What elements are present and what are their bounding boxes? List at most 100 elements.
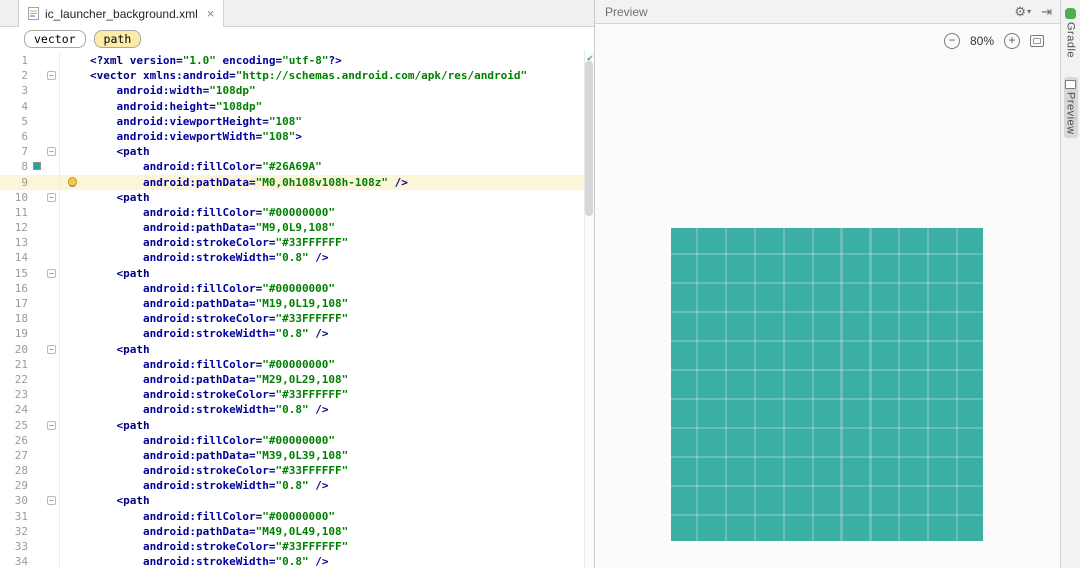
zoom-out-button[interactable]: − [943, 33, 960, 49]
gutter-decoration [30, 357, 44, 372]
fold-marker-icon[interactable]: − [47, 496, 56, 506]
code-text: android:pathData="M49,0L49,108" [142, 524, 349, 538]
code-line[interactable]: 1 <?xml version="1.0" encoding="utf-8"?> [0, 53, 594, 69]
code-line[interactable]: 25 − <path [0, 417, 594, 433]
editor-tab-ic-launcher-background[interactable]: ic_launcher_background.xml × [18, 0, 225, 27]
gutter-decoration [30, 114, 44, 129]
gutter-decoration [30, 68, 44, 83]
scrollbar-thumb[interactable] [585, 61, 593, 216]
gutter-fold-area [44, 539, 60, 555]
code-line[interactable]: 12 android:pathData="M9,0L9,108" [0, 220, 594, 236]
code-line[interactable]: 18 android:strokeColor="#33FFFFFF" [0, 311, 594, 327]
code-line[interactable]: 20 − <path [0, 341, 594, 357]
gutter-decoration [30, 281, 44, 296]
code-line[interactable]: 30 − <path [0, 493, 594, 509]
code-line[interactable]: 2 − <vector xmlns:android="http://schemas.… [0, 68, 594, 84]
code-line[interactable]: 3 android:width="108dp" [0, 83, 594, 99]
editor-pane: ic_launcher_background.xml × vector path… [0, 0, 594, 568]
code-line[interactable]: 23 android:strokeColor="#33FFFFFF" [0, 387, 594, 403]
line-number: 18 [14, 312, 28, 326]
hide-panel-icon[interactable]: ⇥ [1041, 4, 1052, 20]
gutter-fold-area [44, 128, 60, 145]
grid-line [671, 369, 983, 372]
line-number: 26 [14, 433, 28, 447]
code-text: android:height="108dp" [116, 99, 263, 113]
code-line[interactable]: 26 android:fillColor="#00000000" [0, 432, 594, 448]
chevron-down-icon: ▾ [1027, 7, 1032, 16]
code-line[interactable]: 6 android:viewportWidth="108"> [0, 128, 594, 145]
code-line[interactable]: 13 android:strokeColor="#33FFFFFF" [0, 235, 594, 251]
code-line[interactable]: 29 android:strokeWidth="0.8" /> [0, 478, 594, 494]
gutter-decoration [30, 387, 44, 402]
code-line[interactable]: 14 android:strokeWidth="0.8" /> [0, 250, 594, 266]
gutter-decoration [30, 250, 44, 265]
code-line[interactable]: 11 android:fillColor="#00000000" [0, 204, 594, 221]
fold-marker-icon[interactable]: − [47, 147, 56, 157]
code-line[interactable]: 7 − <path [0, 144, 594, 160]
code-text: <vector xmlns:android="http://schemas.an… [90, 69, 528, 83]
close-icon[interactable]: × [207, 7, 215, 20]
gradle-label: Gradle [1064, 22, 1077, 59]
fold-marker-icon[interactable]: − [47, 344, 56, 354]
code-text: android:fillColor="#00000000" [142, 205, 336, 219]
line-number: 4 [21, 99, 28, 113]
line-number: 19 [14, 327, 28, 341]
code-line[interactable]: 15 − <path [0, 265, 594, 281]
code-editor[interactable]: 1 <?xml version="1.0" encoding="utf-8"?> 2… [0, 51, 594, 568]
grid-line [956, 228, 959, 541]
code-line[interactable]: 32 android:pathData="M49,0L49,108" [0, 523, 594, 539]
code-line[interactable]: 9 android:pathData="M0,0h108v108h-108z" … [0, 174, 594, 190]
line-number: 31 [14, 509, 28, 523]
breadcrumb-vector[interactable]: vector [24, 30, 86, 48]
code-line[interactable]: 16 android:fillColor="#00000000" [0, 280, 594, 296]
code-line[interactable]: 5 android:viewportHeight="108" [0, 113, 594, 129]
gutter-fold-area [44, 98, 60, 114]
color-swatch[interactable] [33, 162, 41, 171]
gear-glyph: ⚙ [1014, 3, 1027, 19]
gutter-fold-area [44, 554, 60, 568]
editor-scrollbar[interactable] [584, 51, 594, 568]
line-number: 12 [14, 221, 28, 235]
fold-marker-icon[interactable]: − [47, 192, 56, 202]
code-line[interactable]: 4 android:height="108dp" [0, 98, 594, 114]
tool-button-gradle[interactable]: Gradle [1064, 5, 1078, 61]
code-line[interactable]: 34 android:strokeWidth="0.8" /> [0, 554, 594, 568]
gutter-decoration [30, 493, 44, 508]
fold-marker-icon[interactable]: − [47, 71, 56, 81]
code-line[interactable]: 22 android:pathData="M29,0L29,108" [0, 371, 594, 388]
code-line[interactable]: 28 android:strokeColor="#33FFFFFF" [0, 463, 594, 479]
code-text: <?xml version="1.0" encoding="utf-8"?> [90, 54, 342, 67]
line-number: 8 [21, 160, 28, 174]
code-text: android:fillColor="#00000000" [142, 433, 336, 447]
code-line[interactable]: 27 android:pathData="M39,0L39,108" [0, 447, 594, 464]
code-line[interactable]: 33 android:strokeColor="#33FFFFFF" [0, 539, 594, 555]
code-line[interactable]: 21 android:fillColor="#00000000" [0, 356, 594, 372]
tool-button-preview[interactable]: Preview [1063, 77, 1078, 138]
fold-marker-icon[interactable]: − [47, 420, 56, 430]
fold-marker-icon[interactable]: − [47, 268, 56, 278]
gutter-fold-area [44, 53, 60, 69]
code-text: android:strokeWidth="0.8" /> [142, 403, 329, 417]
intention-bulb-icon[interactable] [68, 176, 77, 186]
code-text: android:strokeColor="#33FFFFFF" [142, 388, 349, 402]
breadcrumb-path[interactable]: path [93, 30, 142, 48]
code-line[interactable]: 31 android:fillColor="#00000000" [0, 508, 594, 524]
gutter-fold-area [44, 311, 60, 327]
line-number: 7 [21, 145, 28, 159]
code-line[interactable]: 17 android:pathData="M19,0L19,108" [0, 296, 594, 312]
code-text: android:viewportHeight="108" [116, 114, 302, 128]
code-text: android:strokeColor="#33FFFFFF" [142, 540, 349, 553]
fit-to-screen-icon[interactable] [1030, 35, 1044, 47]
code-text: <path [116, 145, 150, 159]
code-line[interactable]: 19 android:strokeWidth="0.8" /> [0, 326, 594, 342]
grid-line [671, 426, 983, 430]
code-text: android:pathData="M9,0L9,108" [142, 221, 336, 235]
line-number: 30 [14, 494, 28, 508]
code-line[interactable]: 10 − <path [0, 189, 594, 205]
code-line[interactable]: 8 android:fillColor="#26A69A" [0, 159, 594, 175]
zoom-in-button[interactable]: + [1004, 33, 1020, 49]
gutter-fold-area [44, 508, 60, 524]
gear-icon[interactable]: ⚙ ▾ [1014, 4, 1031, 20]
line-number: 11 [14, 205, 28, 219]
code-line[interactable]: 24 android:strokeWidth="0.8" /> [0, 402, 594, 418]
